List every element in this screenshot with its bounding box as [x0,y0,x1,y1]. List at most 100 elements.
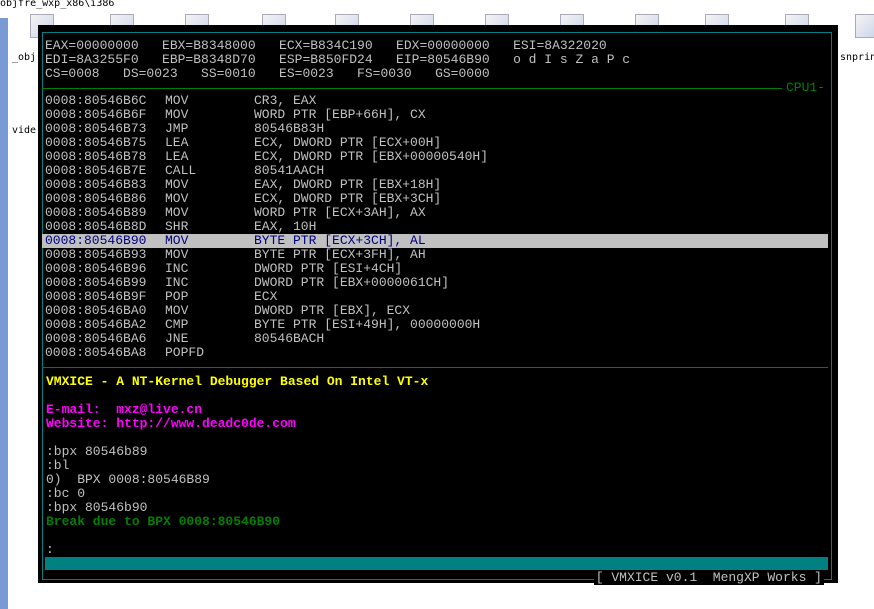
mnemonic: MOV [165,107,189,122]
mnemonic: MOV [165,177,189,192]
register-row: EAX=00000000 EBX=B8348000 ECX=B834C190 E… [45,38,607,53]
mnemonic: INC [165,261,189,276]
operands: DWORD PTR [EBX], ECX [254,303,411,318]
command-line: :bl [46,458,70,473]
debugger-window[interactable]: EAX=00000000 EBX=B8348000 ECX=B834C190 E… [38,25,838,585]
mnemonic: CALL [165,163,197,178]
address: 0008:80546B99 [45,275,147,290]
mnemonic: MOV [165,303,189,318]
banner: VMXICE - A NT-Kernel Debugger Based On I… [46,374,429,389]
operands: 80541AACH [254,163,325,178]
operands: ECX [254,289,278,304]
operands: DWORD PTR [ESI+4CH] [254,261,403,276]
address: 0008:80546B6C [45,93,147,108]
window-title: objfre_wxp_x86\i386 [0,0,115,9]
operands: ECX, DWORD PTR [ECX+00H] [254,135,442,150]
mnemonic: JNE [165,331,189,346]
disasm-row[interactable]: 0008:80546B6F MOV WORD PTR [EBP+66H], CX [42,108,828,122]
mnemonic: MOV [165,233,189,248]
break-message: Break due to BPX 0008:80546B90 [46,514,281,529]
mnemonic: JMP [165,121,189,136]
disasm-row[interactable]: 0008:80546B99 INC DWORD PTR [EBX+0000061CH… [42,276,828,290]
desktop-label[interactable]: _obj [12,52,36,63]
operands: 80546B83H [254,121,325,136]
disasm-row[interactable]: 0008:80546B8D SHR EAX, 10H [42,220,828,234]
mnemonic: SHR [165,219,189,234]
address: 0008:80546BA0 [45,303,147,318]
status-label: [ VMXICE v0.1 MengXP Works ] [593,570,824,585]
command-prompt[interactable]: : [46,543,54,557]
mnemonic: MOV [165,93,189,108]
address: 0008:80546B7E [45,163,147,178]
address: 0008:80546B78 [45,149,147,164]
address: 0008:80546BA6 [45,331,147,346]
operands: EAX, DWORD PTR [EBX+18H] [254,177,442,192]
cpu-label: CPU1- [786,80,826,95]
operands: BYTE PTR [ECX+3CH], AL [254,233,426,248]
disasm-row[interactable]: 0008:80546BA2 CMP BYTE PTR [ESI+49H], 0000… [42,318,828,332]
operands: WORD PTR [ECX+3AH], AX [254,205,426,220]
disasm-row[interactable]: 0008:80546BA8 POPFD [42,346,828,360]
address: 0008:80546B6F [45,107,147,122]
disasm-row[interactable]: 0008:80546B9F POP ECX [42,290,828,304]
command-line: :bc 0 [46,486,86,501]
address: 0008:80546B75 [45,135,147,150]
address: 0008:80546BA8 [45,345,147,360]
address: 0008:80546B8D [45,219,147,234]
desktop-label[interactable]: snprin [840,52,874,63]
mnemonic: CMP [165,317,189,332]
operands: CR3, EAX [254,93,317,108]
address: 0008:80546B89 [45,205,147,220]
address: 0008:80546B93 [45,247,147,262]
address: 0008:80546B9F [45,289,147,304]
operands: DWORD PTR [EBX+0000061CH] [254,275,450,290]
operands: BYTE PTR [ECX+3FH], AH [254,247,426,262]
address: 0008:80546B73 [45,121,147,136]
address: 0008:80546B83 [45,177,147,192]
address: 0008:80546B96 [45,261,147,276]
disasm-row[interactable]: 0008:80546BA0 MOV DWORD PTR [EBX], ECX [42,304,828,318]
divider [42,88,782,89]
register-row: EDI=8A3255F0 EBP=B8348D70 ESP=B850FD24 E… [45,52,631,67]
mnemonic: MOV [165,205,189,220]
mnemonic: MOV [165,247,189,262]
divider [42,367,828,368]
mnemonic: LEA [165,135,189,150]
register-row: CS=0008 DS=0023 SS=0010 ES=0023 FS=0030 … [45,66,490,81]
mnemonic: POP [165,289,189,304]
address: 0008:80546B90 [45,233,147,248]
desktop-label[interactable]: vide [12,125,36,136]
website: Website: http://www.deadc0de.com [46,416,296,431]
input-bar [45,557,828,570]
disasm-row[interactable]: 0008:80546B96 INC DWORD PTR [ESI+4CH] [42,262,828,276]
mnemonic: MOV [165,191,189,206]
address: 0008:80546B86 [45,191,147,206]
disasm-row[interactable]: 0008:80546B75 LEA ECX, DWORD PTR [ECX+00H] [42,136,828,150]
mnemonic: LEA [165,149,189,164]
desktop-sidebar [0,18,8,609]
file-icon[interactable] [855,14,874,38]
disasm-row[interactable]: 0008:80546B90 MOV BYTE PTR [ECX+3CH], AL [42,234,828,248]
address: 0008:80546BA2 [45,317,147,332]
operands: ECX, DWORD PTR [EBX+00000540H] [254,149,489,164]
command-line: 0) BPX 0008:80546B89 [46,472,210,487]
disasm-row[interactable]: 0008:80546B89 MOV WORD PTR [ECX+3AH], AX [42,206,828,220]
disasm-row[interactable]: 0008:80546BA6 JNE 80546BACH [42,332,828,346]
operands: WORD PTR [EBP+66H], CX [254,107,426,122]
command-line: :bpx 80546b89 [46,444,148,459]
disasm-row[interactable]: 0008:80546B86 MOV ECX, DWORD PTR [EBX+3CH] [42,192,828,206]
disasm-row[interactable]: 0008:80546B73 JMP 80546B83H [42,122,828,136]
mnemonic: INC [165,275,189,290]
mnemonic: POPFD [165,345,205,360]
operands: 80546BACH [254,331,325,346]
operands: BYTE PTR [ESI+49H], 00000000H [254,317,481,332]
command-line: :bpx 80546b90 [46,500,148,515]
disasm-row[interactable]: 0008:80546B93 MOV BYTE PTR [ECX+3FH], AH [42,248,828,262]
operands: ECX, DWORD PTR [EBX+3CH] [254,191,442,206]
disasm-row[interactable]: 0008:80546B6C MOV CR3, EAX [42,94,828,108]
disasm-row[interactable]: 0008:80546B7E CALL 80541AACH [42,164,828,178]
email: E-mail: mxz@live.cn [46,402,203,417]
disasm-row[interactable]: 0008:80546B83 MOV EAX, DWORD PTR [EBX+18H] [42,178,828,192]
disasm-row[interactable]: 0008:80546B78 LEA ECX, DWORD PTR [EBX+0000… [42,150,828,164]
operands: EAX, 10H [254,219,317,234]
